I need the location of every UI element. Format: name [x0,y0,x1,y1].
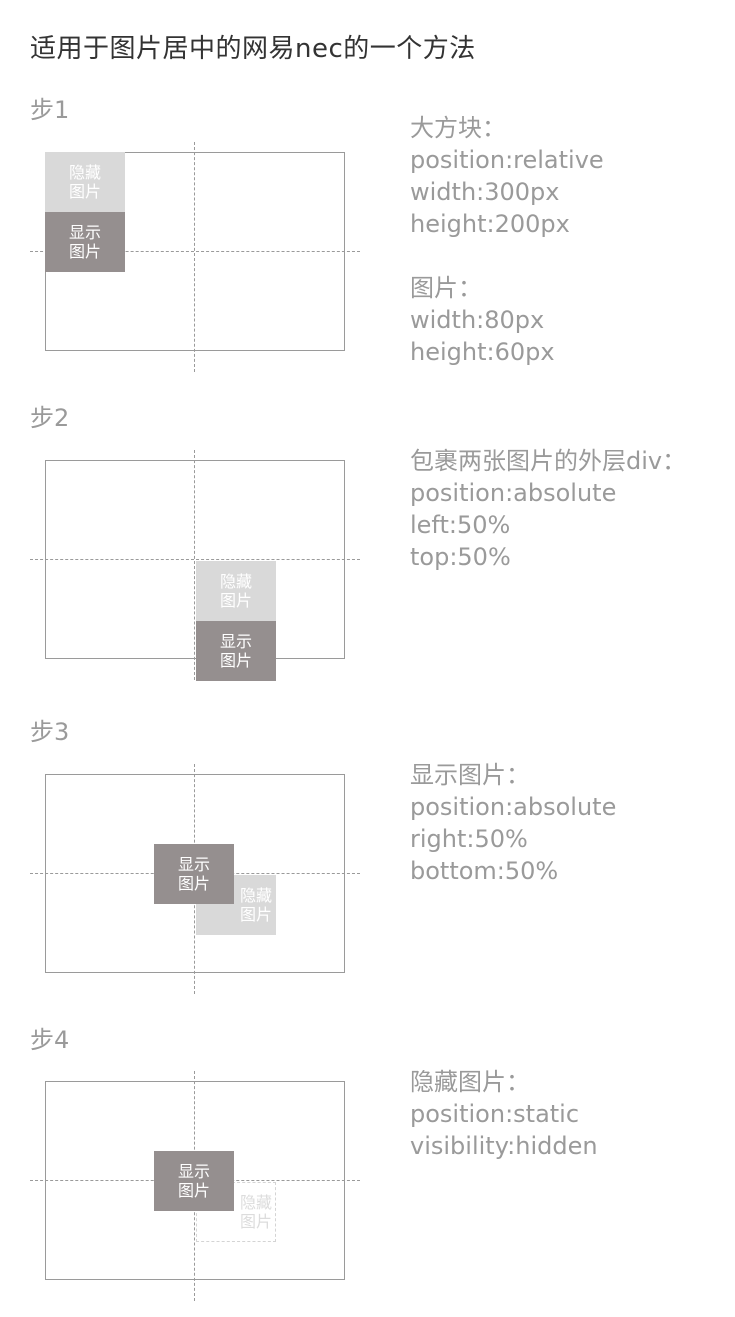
hidden-image-label-1: 隐藏 [239,886,272,905]
shown-image-label-1: 显示 [177,1162,210,1181]
vertical-center-line [194,450,195,680]
step-2-label: 步2 [30,404,70,432]
shown-image-label-1: 显示 [68,223,101,242]
step-4-diagram: 隐藏 图片 显示 图片 [30,1071,360,1301]
note-line: position:static [410,1100,580,1128]
note-header: 图片： [410,274,482,302]
hidden-image: 隐藏 图片 [45,152,125,212]
step-1-notes: 大方块： position:relative width:300px heigh… [410,112,604,368]
vertical-center-line [194,142,195,372]
hidden-image-label-2: 图片 [68,182,101,201]
note-line: height:200px [410,210,570,238]
hidden-image-label-1: 隐藏 [239,1193,272,1212]
shown-image-label-2: 图片 [177,874,210,893]
hidden-image-label-2: 图片 [219,591,252,610]
note-line: left:50% [410,511,511,539]
hidden-image-label-2: 图片 [239,1212,272,1231]
hidden-image-label-1: 隐藏 [68,163,101,182]
step-4-label: 步4 [30,1026,70,1054]
step-1-diagram: 隐藏 图片 显示 图片 [30,142,360,372]
note-header: 大方块： [410,114,506,142]
note-line: bottom:50% [410,857,559,885]
note-line: width:300px [410,178,560,206]
step-4-notes: 隐藏图片： position:static visibility:hidden [410,1066,598,1162]
step-3-diagram: 隐藏 图片 显示 图片 [30,764,360,994]
shown-image: 显示 图片 [154,1151,234,1211]
step-2-notes: 包裹两张图片的外层div： position:absolute left:50%… [410,445,686,573]
step-1-label: 步1 [30,96,70,124]
hidden-image: 隐藏 图片 [196,561,276,621]
step-3-notes: 显示图片： position:absolute right:50% bottom… [410,759,616,887]
note-line: height:60px [410,338,555,366]
hidden-image-label-2: 图片 [239,905,272,924]
note-header: 显示图片： [410,761,530,789]
shown-image-label-2: 图片 [177,1181,210,1200]
note-line: position:relative [410,146,604,174]
note-line: visibility:hidden [410,1132,598,1160]
shown-image: 显示 图片 [196,621,276,681]
hidden-image-label-1: 隐藏 [219,572,252,591]
note-line: top:50% [410,543,511,571]
note-header: 隐藏图片： [410,1068,530,1096]
page-title: 适用于图片居中的网易nec的一个方法 [30,34,476,64]
note-line: right:50% [410,825,528,853]
shown-image-label-2: 图片 [68,242,101,261]
shown-image: 显示 图片 [45,212,125,272]
step-3-label: 步3 [30,718,70,746]
note-line: position:absolute [410,793,617,821]
shown-image: 显示 图片 [154,844,234,904]
shown-image-label-1: 显示 [219,632,252,651]
note-line: width:80px [410,306,545,334]
note-line: position:absolute [410,479,617,507]
shown-image-label-2: 图片 [219,651,252,670]
step-2-diagram: 隐藏 图片 显示 图片 [30,450,360,681]
horizontal-center-line [30,559,360,560]
shown-image-label-1: 显示 [177,855,210,874]
note-header: 包裹两张图片的外层div： [410,447,687,475]
